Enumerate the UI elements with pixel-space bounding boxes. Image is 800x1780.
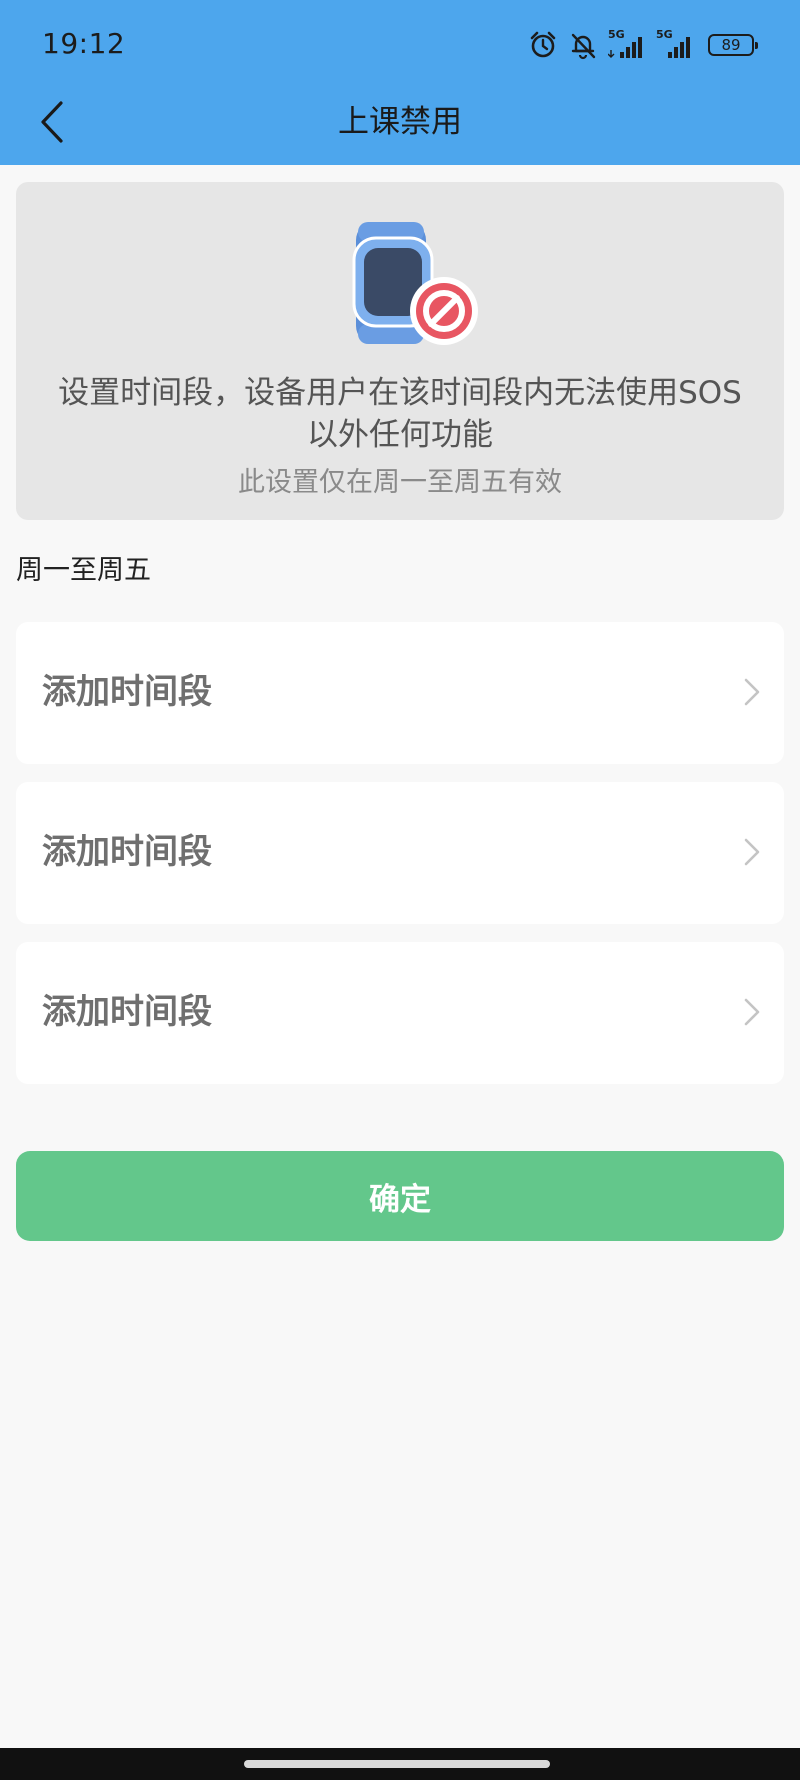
add-time-slot-item[interactable]: 添加时间段 (16, 622, 784, 764)
status-time: 19:12 (42, 27, 126, 60)
chevron-right-icon (744, 838, 760, 866)
network-label: 5G (608, 28, 625, 41)
battery-level: 89 (721, 35, 741, 54)
add-time-slot-label: 添加时间段 (42, 832, 212, 872)
confirm-button[interactable]: 确定 (16, 1151, 784, 1241)
home-indicator[interactable] (244, 1760, 550, 1768)
watch-blocked-icon (352, 222, 478, 345)
network-label: 5G (656, 28, 673, 41)
signal-icon: 5G (656, 28, 694, 60)
add-time-slot-item[interactable]: 添加时间段 (16, 782, 784, 924)
add-time-slot-label: 添加时间段 (42, 672, 212, 712)
app-header: 19:12 5G 5G 89 上课禁用 (0, 0, 800, 165)
battery-icon: 89 (708, 34, 758, 56)
bell-muted-icon (568, 30, 598, 60)
info-card: 设置时间段，设备用户在该时间段内无法使用SOS以外任何功能 此设置仅在周一至周五… (16, 182, 784, 520)
add-time-slot-label: 添加时间段 (42, 992, 212, 1032)
page-title: 上课禁用 (338, 104, 462, 140)
system-navigation-bar (0, 1748, 800, 1780)
info-note: 此设置仅在周一至周五有效 (238, 467, 562, 498)
info-description: 设置时间段，设备用户在该时间段内无法使用SOS以外任何功能 (58, 375, 742, 453)
status-bar: 19:12 5G 5G 89 (0, 0, 800, 90)
signal-icon: 5G (608, 28, 646, 60)
add-time-slot-item[interactable]: 添加时间段 (16, 942, 784, 1084)
alarm-icon (528, 30, 558, 60)
weekday-section-label: 周一至周五 (16, 555, 151, 586)
chevron-right-icon (744, 678, 760, 706)
chevron-right-icon (744, 998, 760, 1026)
nav-bar: 上课禁用 (0, 90, 800, 165)
status-icons: 5G 5G 89 (528, 28, 758, 62)
